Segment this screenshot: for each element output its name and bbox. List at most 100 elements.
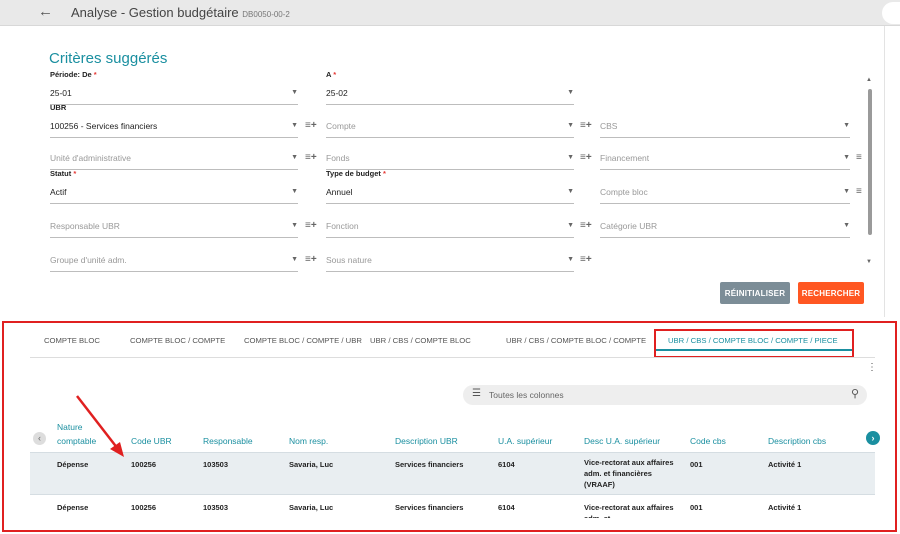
categorie-ubr-placeholder: Catégorie UBR <box>600 221 658 231</box>
cell-nom-resp: Savaria, Luc <box>289 503 334 512</box>
cbs-placeholder: CBS <box>600 121 618 131</box>
col-header-nature-line2[interactable]: comptable <box>57 436 96 446</box>
search-icon[interactable]: ⚲ <box>851 387 859 400</box>
col-header-nature[interactable]: Nature <box>57 422 83 432</box>
fonds-placeholder: Fonds <box>326 153 350 163</box>
col-header-ua-sup[interactable]: U.A. supérieur <box>498 436 552 446</box>
cell-code-ubr: 100256 <box>131 460 157 469</box>
tab-ubr-cbs-compte-bloc[interactable]: UBR / CBS / COMPTE BLOC <box>370 336 471 345</box>
a-select[interactable]: A * 25-02 ▼ <box>326 70 574 105</box>
compte-bloc-select[interactable]: Compte bloc ▼ <box>600 182 850 204</box>
cbs-select[interactable]: CBS ▼ <box>600 116 850 138</box>
cell-desc-ubr: Services financiers <box>395 503 464 512</box>
sous-nature-select[interactable]: Sous nature ▼ <box>326 250 574 272</box>
filter-list-icon[interactable]: ≡+ <box>580 220 592 231</box>
scrollbar-thumb[interactable] <box>868 89 872 235</box>
search-button[interactable]: RECHERCHER <box>798 282 864 304</box>
criteria-panel: Critères suggérés <box>30 26 885 317</box>
dropdown-arrow-icon: ▼ <box>567 222 574 229</box>
periode-de-select[interactable]: Période: De * 25-01 ▼ <box>50 70 298 105</box>
back-arrow-icon[interactable]: ← <box>38 3 53 20</box>
periode-de-value: 25-01 <box>50 88 72 98</box>
scroll-up-icon[interactable]: ▲ <box>866 77 872 83</box>
dropdown-arrow-icon: ▼ <box>843 188 850 195</box>
scroll-down-icon[interactable]: ▼ <box>866 259 872 265</box>
col-header-desc-ubr[interactable]: Description UBR <box>395 436 458 446</box>
table-row[interactable]: Dépense 100256 103503 Savaria, Luc Servi… <box>30 452 875 494</box>
dropdown-arrow-icon: ▼ <box>567 89 574 96</box>
col-header-nom-resp[interactable]: Nom resp. <box>289 436 328 446</box>
ubr-label: UBR <box>50 103 67 112</box>
dropdown-arrow-icon: ▼ <box>291 122 298 129</box>
cell-nature: Dépense <box>57 503 89 512</box>
fonds-select[interactable]: Fonds ▼ <box>326 148 574 170</box>
type-budget-select[interactable]: Type de budget * Annuel ▼ <box>326 169 574 204</box>
ubr-value: 100256 - Services financiers <box>50 121 158 131</box>
filter-list-icon[interactable]: ≡+ <box>305 152 317 163</box>
dropdown-arrow-icon: ▼ <box>843 122 850 129</box>
cell-code-cbs: 001 <box>690 460 703 469</box>
criteria-title: Critères suggérés <box>49 50 168 67</box>
fonction-select[interactable]: Fonction ▼ <box>326 216 574 238</box>
filter-list-icon[interactable]: ≡+ <box>580 254 592 265</box>
filter-list-icon[interactable]: ≡ <box>856 186 862 197</box>
tab-compte-bloc[interactable]: COMPTE BLOC <box>44 336 100 345</box>
page-title-text: Analyse - Gestion budgétaire <box>71 5 239 20</box>
tab-compte-bloc-compte[interactable]: COMPTE BLOC / COMPTE <box>130 336 225 345</box>
table-row[interactable]: Dépense 100256 103503 Savaria, Luc Servi… <box>30 494 875 518</box>
col-header-desc-cbs[interactable]: Description cbs <box>768 436 826 446</box>
cell-code-ubr: 100256 <box>131 503 157 512</box>
periode-de-label: Période: De * <box>50 70 97 79</box>
type-budget-value: Annuel <box>326 187 353 197</box>
grid-search-input[interactable]: ☰ Toutes les colonnes ⚲ <box>463 385 867 405</box>
scroll-left-icon[interactable]: ‹ <box>33 432 46 445</box>
tab-ubr-cbs-compte-bloc-compte[interactable]: UBR / CBS / COMPTE BLOC / COMPTE <box>506 336 646 345</box>
col-header-responsable[interactable]: Responsable <box>203 436 253 446</box>
cell-desc-ubr: Services financiers <box>395 460 464 469</box>
compte-select[interactable]: Compte ▼ <box>326 116 574 138</box>
cell-code-cbs: 001 <box>690 503 703 512</box>
dropdown-arrow-icon: ▼ <box>291 89 298 96</box>
filter-list-icon[interactable]: ≡+ <box>305 220 317 231</box>
filter-list-icon[interactable]: ≡+ <box>580 152 592 163</box>
statut-select[interactable]: Statut * Actif ▼ <box>50 169 298 204</box>
list-icon: ☰ <box>472 388 481 399</box>
active-tab-highlight-box <box>654 329 854 358</box>
statut-label: Statut * <box>50 169 77 178</box>
page-title: Analyse - Gestion budgétaire DB0050-00-2 <box>71 5 290 20</box>
col-header-desc-ua-sup[interactable]: Desc U.A. supérieur <box>584 436 660 446</box>
app-header: ← Analyse - Gestion budgétaire DB0050-00… <box>0 0 900 26</box>
page-code: DB0050-00-2 <box>242 10 290 19</box>
more-options-icon[interactable]: ⋮ <box>867 362 877 373</box>
cell-nom-resp: Savaria, Luc <box>289 460 334 469</box>
cell-nature: Dépense <box>57 460 89 469</box>
filter-list-icon[interactable]: ≡+ <box>580 120 592 131</box>
tab-compte-bloc-compte-ubr[interactable]: COMPTE BLOC / COMPTE / UBR <box>244 336 362 345</box>
statut-value: Actif <box>50 187 67 197</box>
financement-select[interactable]: Financement ▼ <box>600 148 850 170</box>
financement-placeholder: Financement <box>600 153 650 163</box>
cell-ua-sup: 6104 <box>498 503 515 512</box>
reset-button[interactable]: RÉINITIALISER <box>720 282 790 304</box>
dropdown-arrow-icon: ▼ <box>291 154 298 161</box>
filter-list-icon[interactable]: ≡+ <box>305 254 317 265</box>
a-value: 25-02 <box>326 88 348 98</box>
col-header-code-cbs[interactable]: Code cbs <box>690 436 726 446</box>
sous-nature-placeholder: Sous nature <box>326 255 372 265</box>
responsable-ubr-select[interactable]: Responsable UBR ▼ <box>50 216 298 238</box>
dropdown-arrow-icon: ▼ <box>291 222 298 229</box>
criteria-scrollbar[interactable]: ▲ ▼ <box>866 77 874 267</box>
ubr-select[interactable]: UBR 100256 - Services financiers ▼ <box>50 103 298 138</box>
cell-desc-cbs: Activité 1 <box>768 503 802 512</box>
categorie-ubr-select[interactable]: Catégorie UBR ▼ <box>600 216 850 238</box>
scroll-right-icon[interactable]: › <box>866 431 880 445</box>
filter-list-icon[interactable]: ≡+ <box>305 120 317 131</box>
unite-admin-select[interactable]: Unité d'administrative ▼ <box>50 148 298 170</box>
filter-list-icon[interactable]: ≡ <box>856 152 862 163</box>
col-header-code-ubr[interactable]: Code UBR <box>131 436 172 446</box>
groupe-unite-select[interactable]: Groupe d'unité adm. ▼ <box>50 250 298 272</box>
cell-ua-sup: 6104 <box>498 460 515 469</box>
compte-placeholder: Compte <box>326 121 356 131</box>
dropdown-arrow-icon: ▼ <box>567 256 574 263</box>
fonction-placeholder: Fonction <box>326 221 359 231</box>
